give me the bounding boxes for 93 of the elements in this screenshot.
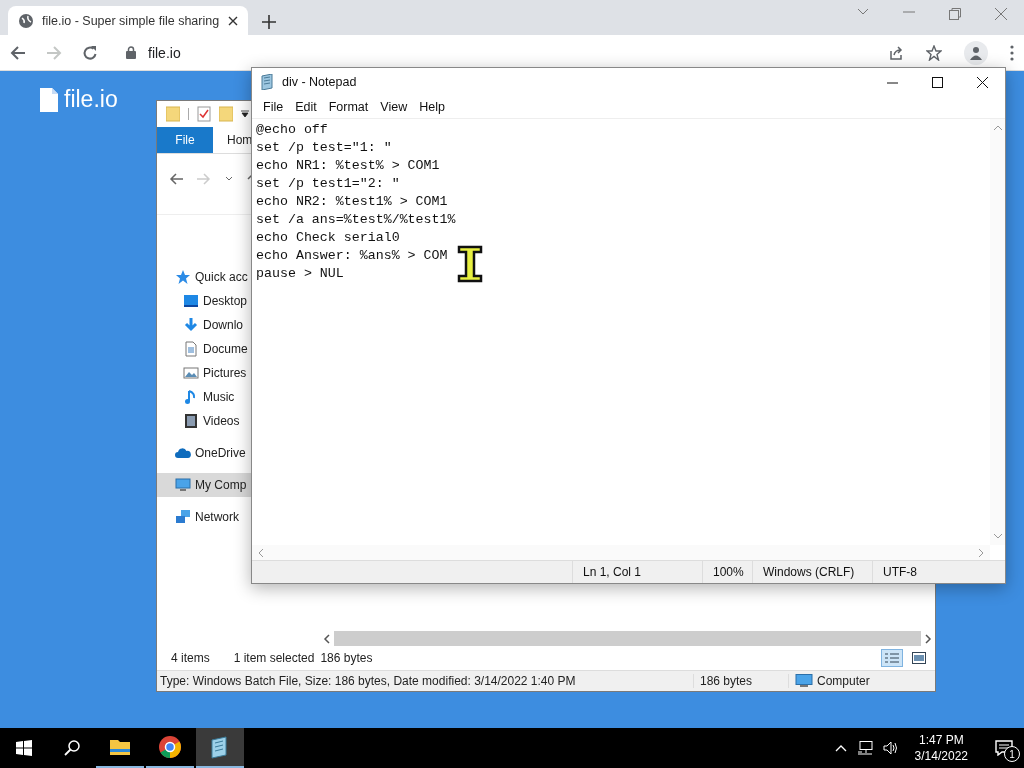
restore-icon[interactable]: [949, 8, 961, 20]
code-line: set /a ans=%test%/%test1%: [256, 211, 456, 229]
browser-tab[interactable]: file.io - Super simple file sharing: [8, 6, 248, 35]
close-icon[interactable]: [228, 15, 238, 26]
nav-item[interactable]: Pictures: [157, 361, 252, 385]
code-line: pause > NUL: [256, 265, 344, 283]
file-details: Type: Windows Batch File, Size: 186 bytes, Date modified: 3/14/2022 1:40 PM: [160, 674, 577, 688]
chevron-up-icon[interactable]: [834, 744, 847, 752]
back-icon[interactable]: [10, 44, 26, 61]
cursor-position: Ln 1, Col 1: [572, 561, 702, 583]
code-line: @echo off: [256, 121, 328, 139]
star-icon[interactable]: [926, 44, 942, 61]
nav-item[interactable]: Music: [157, 385, 252, 409]
share-icon[interactable]: [888, 44, 904, 61]
computer-icon: [175, 477, 191, 493]
item-count: 4 items: [171, 651, 210, 665]
person-icon: [969, 45, 983, 60]
cloud-icon: [175, 445, 191, 461]
location-label: Computer: [817, 674, 870, 688]
file-icon: [40, 87, 58, 112]
notification-icon: [995, 740, 1013, 756]
code-line: echo Check serial0: [256, 229, 400, 247]
preview-view-button[interactable]: [909, 649, 929, 667]
maximize-icon[interactable]: [932, 76, 943, 88]
star-icon: [175, 269, 191, 285]
notification-button[interactable]: 1: [984, 728, 1024, 768]
nav-item[interactable]: Videos: [157, 409, 252, 433]
scroll-up-icon[interactable]: [992, 125, 1003, 131]
menu-item[interactable]: View: [374, 100, 414, 114]
menu-icon[interactable]: [1010, 44, 1014, 61]
menu-item[interactable]: Help: [413, 100, 451, 114]
volume-icon[interactable]: [882, 741, 899, 755]
clock[interactable]: 1:47 PM 3/14/2022: [908, 732, 974, 764]
menu-item[interactable]: Format: [322, 100, 375, 114]
selection-size: 186 bytes: [320, 651, 373, 665]
ribbon-tab[interactable]: Hom: [213, 127, 253, 153]
dropdown-icon[interactable]: [241, 110, 249, 118]
reload-icon[interactable]: [82, 44, 98, 61]
desktop-icon: [183, 293, 199, 309]
nav-item[interactable]: Network: [157, 505, 252, 529]
text-cursor-icon: [456, 245, 484, 283]
profile-avatar[interactable]: [964, 40, 988, 65]
network-icon: [175, 509, 191, 525]
code-line: set /p test="1: ": [256, 139, 392, 157]
nav-item[interactable]: Quick acc: [157, 265, 252, 289]
chrome-icon: [158, 735, 182, 759]
windows-logo-icon: [16, 740, 32, 756]
nav-item[interactable]: Docume: [157, 337, 252, 361]
code-line: echo Answer: %ans% > COM: [256, 247, 448, 265]
film-icon: [183, 413, 199, 429]
network-icon[interactable]: [856, 741, 873, 755]
menu-item[interactable]: Edit: [289, 100, 323, 114]
globe-icon: [18, 12, 34, 29]
url-text: file.io: [148, 44, 181, 61]
document-icon: [183, 341, 199, 357]
lock-icon: [126, 46, 136, 59]
file-size: 186 bytes: [693, 674, 788, 688]
nav-item[interactable]: My Comp: [157, 473, 252, 497]
tab-title: file.io - Super simple file sharing: [42, 13, 220, 28]
close-icon[interactable]: [977, 76, 988, 88]
menu-item[interactable]: File: [257, 100, 290, 114]
text-area[interactable]: @echo off set /p test="1: " echo NR1: %test% > COM1 set /p test1="2: " echo NR2: %test1% > COM1 set /a ans=%test%/%test1% echo Check serial0 echo Answer: %ans% > COM pause > NUL: [252, 119, 990, 545]
new-tab-icon[interactable]: [262, 15, 276, 29]
notification-badge: 1: [1004, 746, 1020, 762]
code-line: echo NR1: %test% > COM1: [256, 157, 440, 175]
computer-icon: [795, 674, 813, 688]
search-icon: [64, 740, 80, 756]
vertical-scrollbar[interactable]: [990, 119, 1005, 545]
download-arrow-icon: [183, 317, 199, 333]
nav-item[interactable]: Desktop: [157, 289, 252, 313]
notepad-icon: [261, 74, 275, 90]
code-line: echo NR2: %test1% > COM1: [256, 193, 448, 211]
details-view-icon: [884, 652, 900, 664]
code-line: set /p test1="2: ": [256, 175, 400, 193]
scroll-left-icon[interactable]: [323, 633, 331, 644]
picture-icon: [183, 365, 199, 381]
chevron-down-icon[interactable]: [225, 176, 233, 182]
chevron-down-icon[interactable]: [857, 8, 869, 16]
properties-icon[interactable]: [197, 106, 211, 122]
line-ending: Windows (CRLF): [752, 561, 872, 583]
encoding: UTF-8: [872, 561, 1005, 583]
back-icon[interactable]: [169, 172, 183, 186]
large-icons-view-icon: [912, 652, 926, 664]
scroll-right-icon[interactable]: [924, 633, 932, 644]
taskbar-app[interactable]: [196, 728, 244, 768]
ribbon-tab[interactable]: File: [157, 127, 213, 153]
selection-status: 1 item selected: [233, 651, 315, 665]
address-bar[interactable]: file.io: [126, 44, 888, 61]
nav-item[interactable]: Downlo: [157, 313, 252, 337]
window-title: div - Notepad: [282, 75, 357, 89]
zoom-level: 100%: [702, 561, 752, 583]
scroll-down-icon[interactable]: [992, 533, 1003, 539]
nav-item[interactable]: OneDrive: [157, 441, 252, 465]
